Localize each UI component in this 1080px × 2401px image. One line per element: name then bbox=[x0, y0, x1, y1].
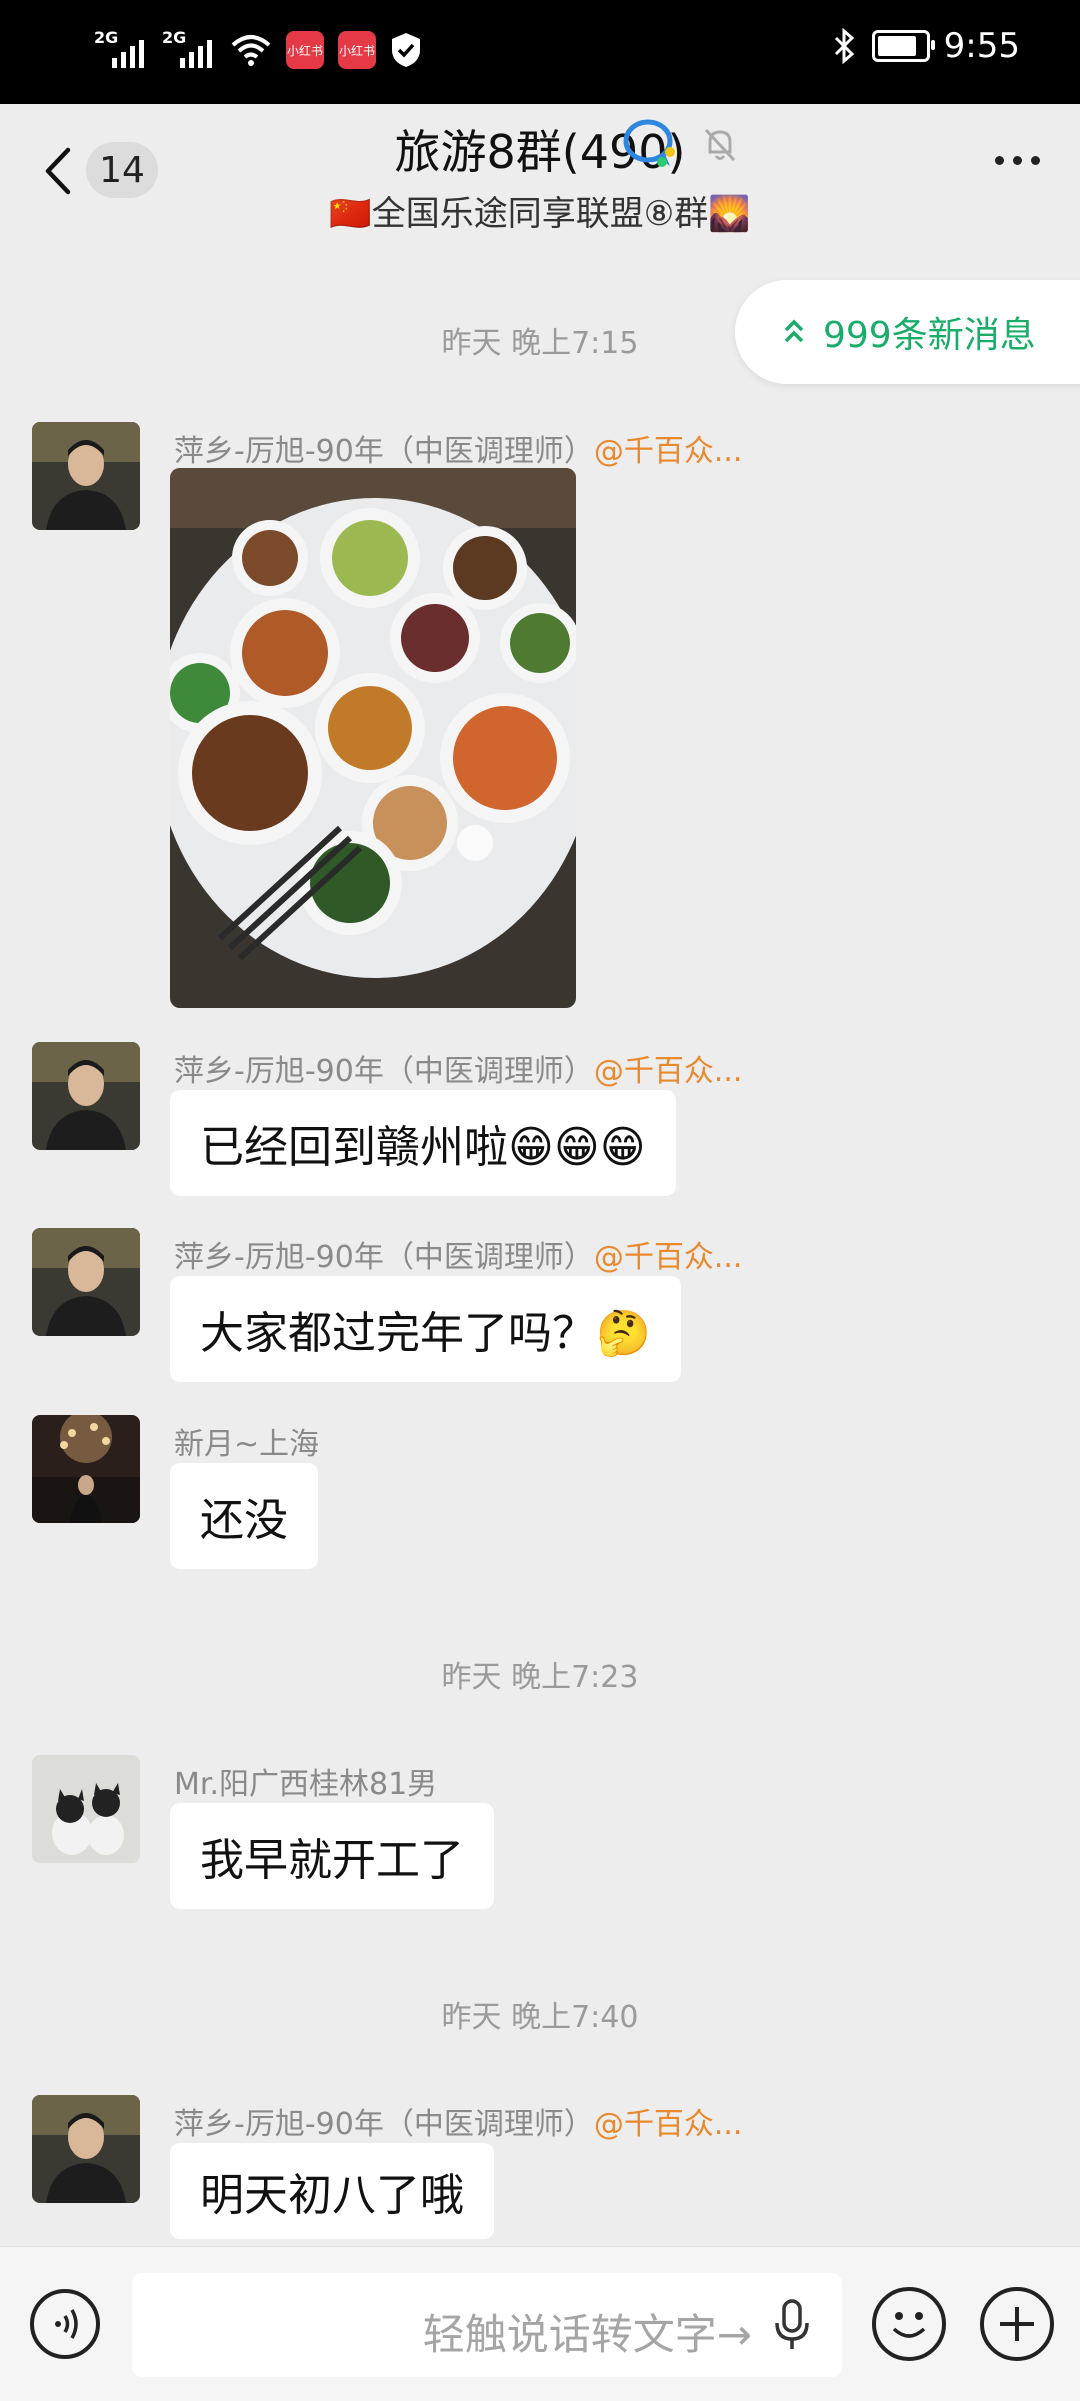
avatar[interactable] bbox=[32, 1755, 140, 1863]
battery-icon bbox=[871, 30, 935, 62]
mute-bell-icon[interactable] bbox=[700, 124, 740, 164]
input-bar: 轻触说话转文字→ bbox=[0, 2246, 1080, 2401]
message-bubble[interactable]: 明天初八了哦 bbox=[170, 2143, 494, 2239]
message-bubble[interactable]: 还没 bbox=[170, 1463, 318, 1569]
chat-bubble-icon bbox=[623, 119, 675, 167]
status-bar: 2G 2G 小红书 小红书 9:55 bbox=[0, 0, 1080, 104]
chat-header: 14 旅游8群(490) 🇨🇳全国乐途同享联盟⑧群🌄 bbox=[0, 104, 1080, 234]
message-bubble[interactable]: 已经回到赣州啦😁😁😁 bbox=[170, 1090, 676, 1196]
sender-name: 萍乡-厉旭-90年（中医调理师）@千百众... bbox=[174, 1240, 743, 1275]
wifi-icon bbox=[231, 35, 271, 66]
sender-name: 萍乡-厉旭-90年（中医调理师）@千百众... bbox=[174, 2107, 743, 2142]
avatar[interactable] bbox=[32, 1042, 140, 1150]
more-options-button[interactable] bbox=[995, 156, 1040, 165]
clock: 9:55 bbox=[943, 26, 1020, 66]
input-placeholder: 轻触说话转文字→ bbox=[422, 2310, 752, 2359]
add-button[interactable] bbox=[980, 2287, 1054, 2361]
smiley-icon bbox=[892, 2312, 926, 2338]
xiaohongshu-app-icon: 小红书 bbox=[286, 31, 324, 69]
message-bubble[interactable]: 我早就开工了 bbox=[170, 1803, 494, 1909]
voice-icon bbox=[55, 2309, 78, 2339]
cellular-signal-icon: 2G bbox=[162, 28, 216, 72]
bluetooth-icon bbox=[834, 28, 854, 64]
xiaohongshu-app-icon: 小红书 bbox=[338, 31, 376, 69]
sender-name: 萍乡-厉旭-90年（中医调理师）@千百众... bbox=[174, 434, 743, 469]
sender-name: 萍乡-厉旭-90年（中医调理师）@千百众... bbox=[174, 1054, 743, 1089]
message-bubble[interactable]: 大家都过完年了吗？🤔 bbox=[170, 1276, 681, 1382]
back-arrow-icon[interactable] bbox=[38, 146, 78, 196]
avatar[interactable] bbox=[32, 2095, 140, 2203]
cellular-signal-icon: 2G bbox=[94, 28, 148, 72]
sender-name: Mr.阳广西桂林81男 bbox=[174, 1767, 438, 1802]
emoji-button[interactable] bbox=[872, 2287, 946, 2361]
shield-icon bbox=[392, 33, 420, 67]
avatar[interactable] bbox=[32, 422, 140, 530]
sender-name: 新月~上海 bbox=[174, 1427, 320, 1462]
plus-icon bbox=[1000, 2307, 1034, 2341]
avatar[interactable] bbox=[32, 1228, 140, 1336]
timestamp: 昨天 晚上7:40 bbox=[441, 2000, 639, 2035]
timestamp: 昨天 晚上7:23 bbox=[441, 1660, 639, 1695]
message-input[interactable]: 轻触说话转文字→ bbox=[132, 2273, 842, 2377]
timestamp: 昨天 晚上7:15 bbox=[441, 326, 639, 361]
avatar[interactable] bbox=[32, 1415, 140, 1523]
microphone-icon[interactable] bbox=[772, 2299, 812, 2351]
group-subtitle: 🇨🇳全国乐途同享联盟⑧群🌄 bbox=[329, 194, 751, 234]
voice-mode-button[interactable] bbox=[30, 2289, 100, 2359]
food-photo[interactable] bbox=[170, 468, 576, 1008]
unread-count-badge[interactable]: 14 bbox=[86, 142, 158, 198]
